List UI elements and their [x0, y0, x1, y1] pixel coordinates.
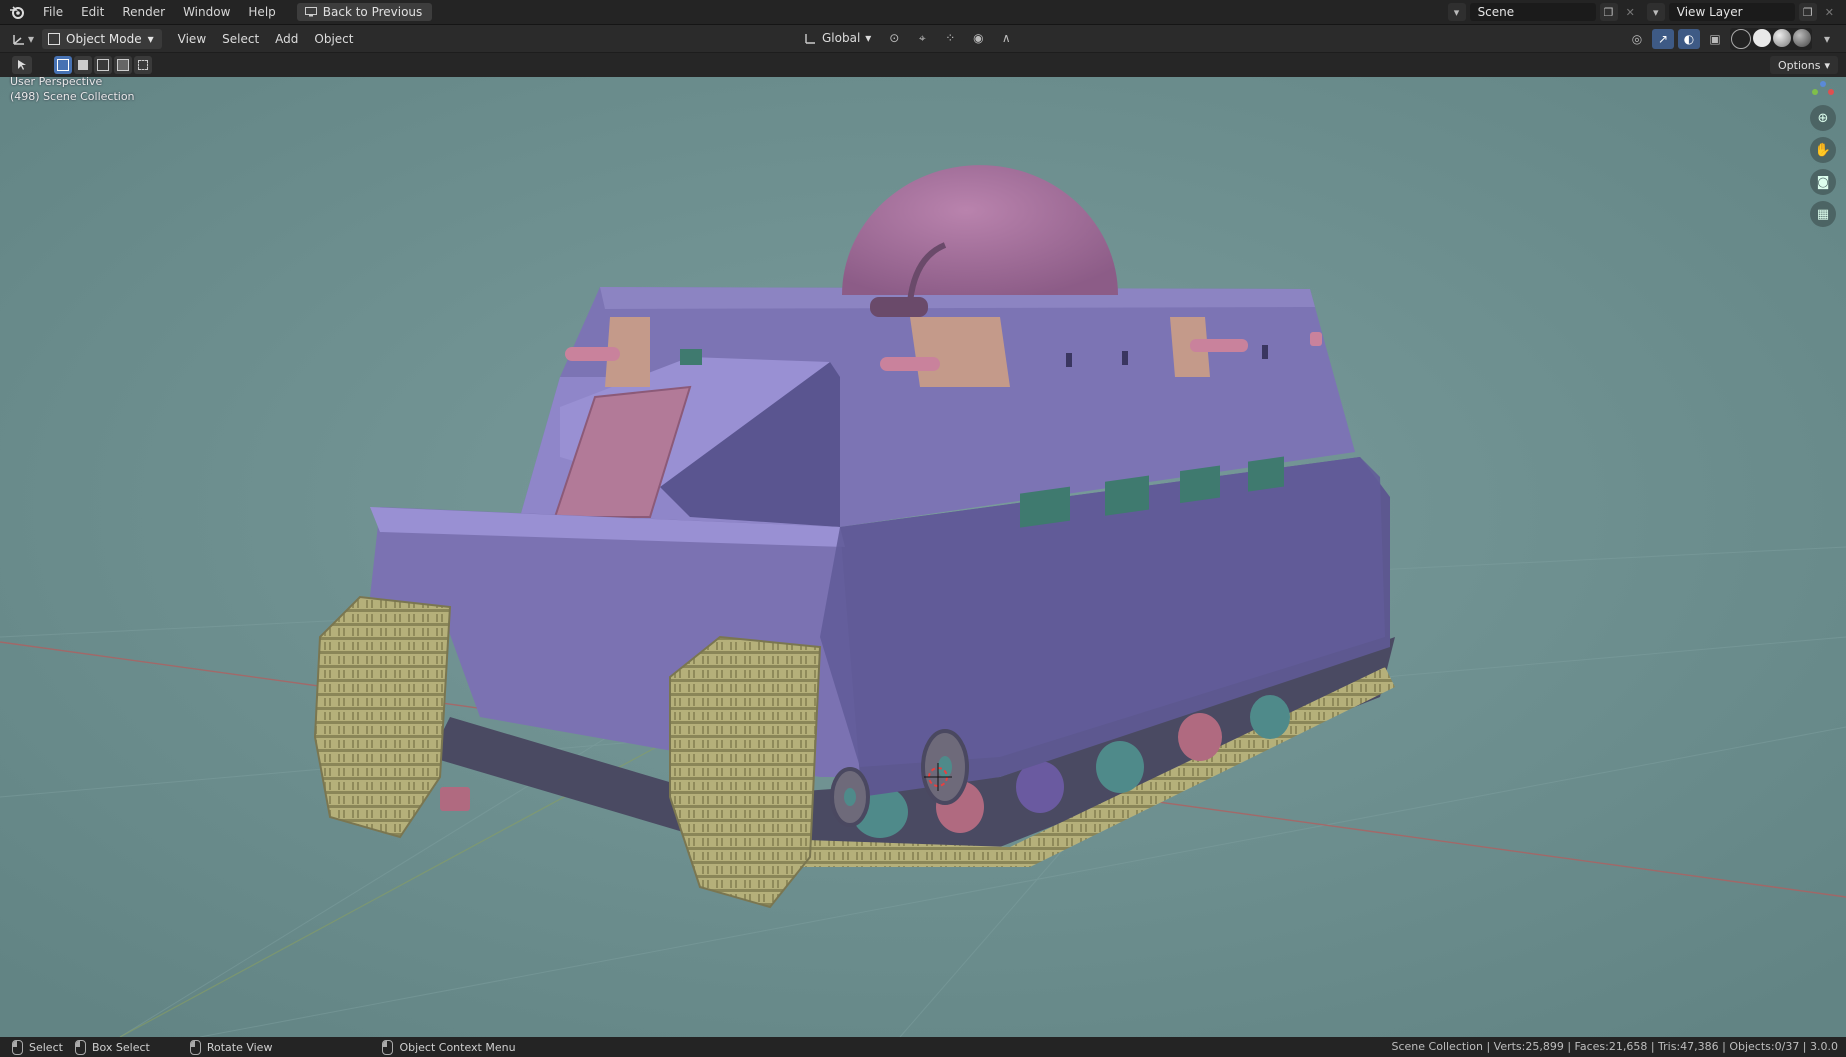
options-dropdown[interactable]: Options ▾ — [1770, 56, 1838, 74]
status-rotate-view: Rotate View — [189, 1039, 273, 1055]
chevron-down-icon: ▾ — [865, 31, 872, 45]
proportional-edit-icon[interactable]: ◉ — [967, 28, 989, 48]
delete-view-layer-icon[interactable]: ✕ — [1821, 6, 1838, 19]
menu-window[interactable]: Window — [174, 0, 239, 24]
scene-statistics: Scene Collection | Verts:25,899 | Faces:… — [1391, 1040, 1839, 1053]
new-view-layer-icon[interactable]: ❐ — [1798, 3, 1817, 21]
wireframe-shading-icon[interactable] — [1731, 29, 1751, 49]
status-box-select: Box Select — [74, 1039, 150, 1055]
menu-edit[interactable]: Edit — [72, 0, 113, 24]
grid-perspective-icon[interactable]: ▦ — [1810, 201, 1836, 227]
editor-type-selector[interactable]: ▾ — [0, 32, 42, 46]
perspective-label: User Perspective — [10, 77, 103, 88]
scene-selector-icon[interactable]: ▾ — [1447, 3, 1466, 21]
shading-mode-group — [1730, 28, 1812, 50]
status-select: Select — [12, 1039, 63, 1055]
view-layer-selector-icon[interactable]: ▾ — [1646, 3, 1665, 21]
side-window — [1248, 456, 1284, 492]
rendered-shading-icon[interactable] — [1793, 29, 1811, 47]
status-context-menu-label: Object Context Menu — [399, 1040, 516, 1054]
solid-shading-icon[interactable] — [1753, 29, 1771, 47]
select-intersect-icon[interactable] — [134, 56, 152, 74]
back-to-previous-button[interactable]: Back to Previous — [296, 3, 433, 21]
snap-target-icon[interactable]: ⁘ — [939, 28, 961, 48]
side-window — [1020, 486, 1070, 528]
options-label: Options — [1778, 58, 1821, 72]
mouse-left-icon — [12, 1039, 23, 1055]
tool-header: Options ▾ — [0, 53, 1846, 77]
viewport-header: ▾ Object Mode ▾ View Select Add Object G… — [0, 25, 1846, 52]
scene-name-field[interactable]: Scene — [1469, 3, 1596, 21]
axes-icon — [13, 34, 24, 45]
side-window — [1180, 465, 1220, 504]
pivot-point-icon[interactable]: ⊙ — [883, 28, 905, 48]
viewport-menu-object[interactable]: Object — [306, 32, 361, 46]
mouse-right-icon — [382, 1039, 394, 1055]
menu-help[interactable]: Help — [239, 0, 284, 24]
viewport-menu-view[interactable]: View — [170, 32, 214, 46]
selection-mode-group — [54, 56, 152, 74]
object-mode-label: Object Mode — [66, 31, 142, 46]
right-front-track — [669, 635, 822, 909]
collection-label: (498) Scene Collection — [10, 90, 135, 103]
select-subtract-icon[interactable] — [94, 56, 112, 74]
select-new-icon[interactable] — [54, 56, 72, 74]
material-shading-icon[interactable] — [1773, 29, 1791, 47]
viewport-menu-select[interactable]: Select — [214, 32, 267, 46]
menu-file[interactable]: File — [34, 0, 72, 24]
gizmo-toggle-icon[interactable]: ↗ — [1652, 29, 1674, 49]
new-scene-icon[interactable]: ❐ — [1599, 3, 1618, 21]
shading-options-icon[interactable]: ▾ — [1816, 29, 1838, 49]
side-window — [1105, 475, 1149, 516]
zoom-icon[interactable]: ⊕ — [1810, 105, 1836, 131]
screen-icon — [304, 7, 317, 17]
blender-logo-icon[interactable] — [0, 0, 34, 24]
pan-hand-icon[interactable]: ✋ — [1810, 137, 1836, 163]
delete-scene-icon[interactable]: ✕ — [1622, 6, 1639, 19]
snap-toggle-icon[interactable]: ⌖ — [911, 28, 933, 48]
orientation-icon — [805, 33, 815, 44]
mouse-middle-icon — [189, 1039, 201, 1055]
chevron-down-icon: ▾ — [147, 31, 154, 46]
viewport-menu-add[interactable]: Add — [267, 32, 306, 46]
view-layer-name-field[interactable]: View Layer — [1668, 3, 1795, 21]
object-mode-icon — [48, 32, 61, 45]
status-select-label: Select — [29, 1040, 63, 1054]
mouse-drag-icon — [74, 1039, 86, 1055]
viewport-scene — [0, 77, 1846, 1037]
status-context-menu: Object Context Menu — [382, 1039, 516, 1055]
active-tool-icon[interactable] — [12, 56, 32, 74]
object-mode-dropdown[interactable]: Object Mode ▾ — [42, 28, 162, 49]
navigation-gizmo: ⊕ ✋ ◙ ▦ — [1810, 79, 1836, 227]
select-invert-icon[interactable] — [114, 56, 132, 74]
chevron-down-icon: ▾ — [1824, 58, 1830, 72]
tow-hook — [440, 787, 470, 811]
transform-orientation-dropdown[interactable]: Global ▾ — [798, 28, 877, 48]
orientation-gizmo[interactable] — [1810, 79, 1836, 99]
visibility-icon[interactable]: ◎ — [1626, 29, 1648, 49]
back-to-previous-label: Back to Previous — [322, 5, 423, 19]
menu-render[interactable]: Render — [113, 0, 174, 24]
orientation-label: Global — [822, 31, 861, 45]
camera-view-icon[interactable]: ◙ — [1810, 169, 1836, 195]
3d-viewport[interactable]: User Perspective (498) Scene Collection … — [0, 77, 1846, 1037]
status-bar: Select Box Select Rotate View Object Con… — [0, 1037, 1846, 1057]
overlay-toggle-icon[interactable]: ◐ — [1678, 29, 1700, 49]
status-rotate-view-label: Rotate View — [206, 1040, 273, 1054]
xray-toggle-icon[interactable]: ▣ — [1704, 29, 1726, 49]
select-extend-icon[interactable] — [74, 56, 92, 74]
chevron-down-icon: ▾ — [28, 31, 35, 46]
top-menu-bar: File Edit Render Window Help Back to Pre… — [0, 0, 1846, 25]
falloff-icon[interactable]: ∧ — [995, 28, 1017, 48]
status-box-select-label: Box Select — [91, 1040, 150, 1054]
